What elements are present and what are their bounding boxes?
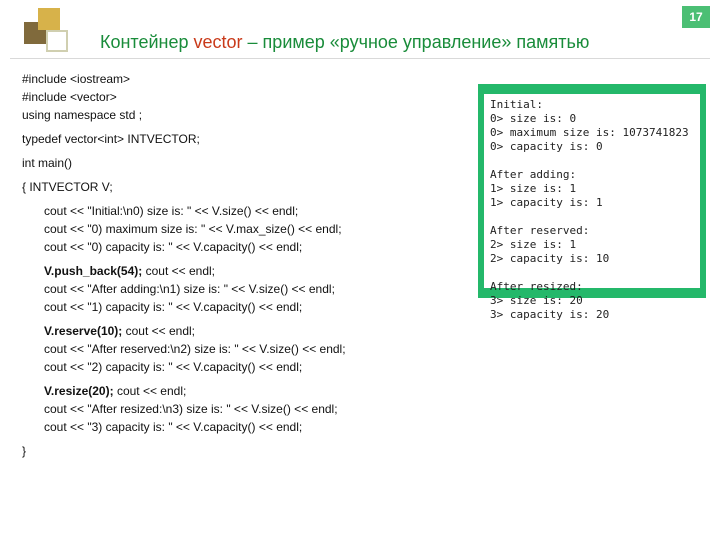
code-bold: V.reserve(10); [44, 324, 122, 338]
code-line: cout << "After reserved:\n2) size is: " … [22, 340, 346, 358]
term-line: After reserved: [490, 224, 589, 237]
title-keyword: vector [194, 32, 243, 52]
term-line: 3> capacity is: 20 [490, 308, 609, 321]
slide: 17 Контейнер vector – пример «ручное упр… [0, 0, 720, 540]
code-line: typedef vector<int> INTVECTOR; [22, 130, 346, 148]
term-line: 1> capacity is: 1 [490, 196, 603, 209]
page-number: 17 [682, 6, 710, 28]
code-line: V.reserve(10); cout << endl; [22, 322, 346, 340]
code-line: V.resize(20); cout << endl; [22, 382, 346, 400]
code-listing: #include <iostream> #include <vector> us… [22, 70, 346, 460]
code-line: cout << "Initial:\n0) size is: " << V.si… [22, 202, 346, 220]
term-line: 2> size is: 1 [490, 238, 576, 251]
code-line: cout << "0) capacity is: " << V.capacity… [22, 238, 346, 256]
code-line: cout << "After adding:\n1) size is: " <<… [22, 280, 346, 298]
term-line: 0> size is: 0 [490, 112, 576, 125]
code-line: cout << "3) capacity is: " << V.capacity… [22, 418, 346, 436]
code-bold: V.push_back(54); [44, 264, 142, 278]
code-text: cout << endl; [114, 384, 187, 398]
code-line: cout << "0) maximum size is: " << V.max_… [22, 220, 346, 238]
code-line: cout << "1) capacity is: " << V.capacity… [22, 298, 346, 316]
title-text: Контейнер [100, 32, 194, 52]
term-line: 0> capacity is: 0 [490, 140, 603, 153]
output-terminal: Initial: 0> size is: 0 0> maximum size i… [478, 84, 706, 298]
code-line: #include <vector> [22, 88, 346, 106]
term-line: 1> size is: 1 [490, 182, 576, 195]
term-line: 0> maximum size is: 1073741823 [490, 126, 689, 139]
term-line: 2> capacity is: 10 [490, 252, 609, 265]
slide-title: Контейнер vector – пример «ручное управл… [100, 32, 589, 53]
code-line: V.push_back(54); cout << endl; [22, 262, 346, 280]
code-bold: V.resize(20); [44, 384, 114, 398]
code-text: cout << endl; [142, 264, 215, 278]
code-line: { INTVECTOR V; [22, 178, 346, 196]
code-line: cout << "2) capacity is: " << V.capacity… [22, 358, 346, 376]
code-line: #include <iostream> [22, 70, 346, 88]
code-line: using namespace std ; [22, 106, 346, 124]
code-line: int main() [22, 154, 346, 172]
term-line: After resized: [490, 280, 583, 293]
code-line: } [22, 442, 346, 460]
divider [10, 58, 710, 59]
term-line: Initial: [490, 98, 543, 111]
term-line: After adding: [490, 168, 576, 181]
logo-square [38, 8, 60, 30]
term-line: 3> size is: 20 [490, 294, 583, 307]
code-line: cout << "After resized:\n3) size is: " <… [22, 400, 346, 418]
title-text: – пример «ручное управление» памятью [243, 32, 590, 52]
code-text: cout << endl; [122, 324, 195, 338]
logo-square [46, 30, 68, 52]
